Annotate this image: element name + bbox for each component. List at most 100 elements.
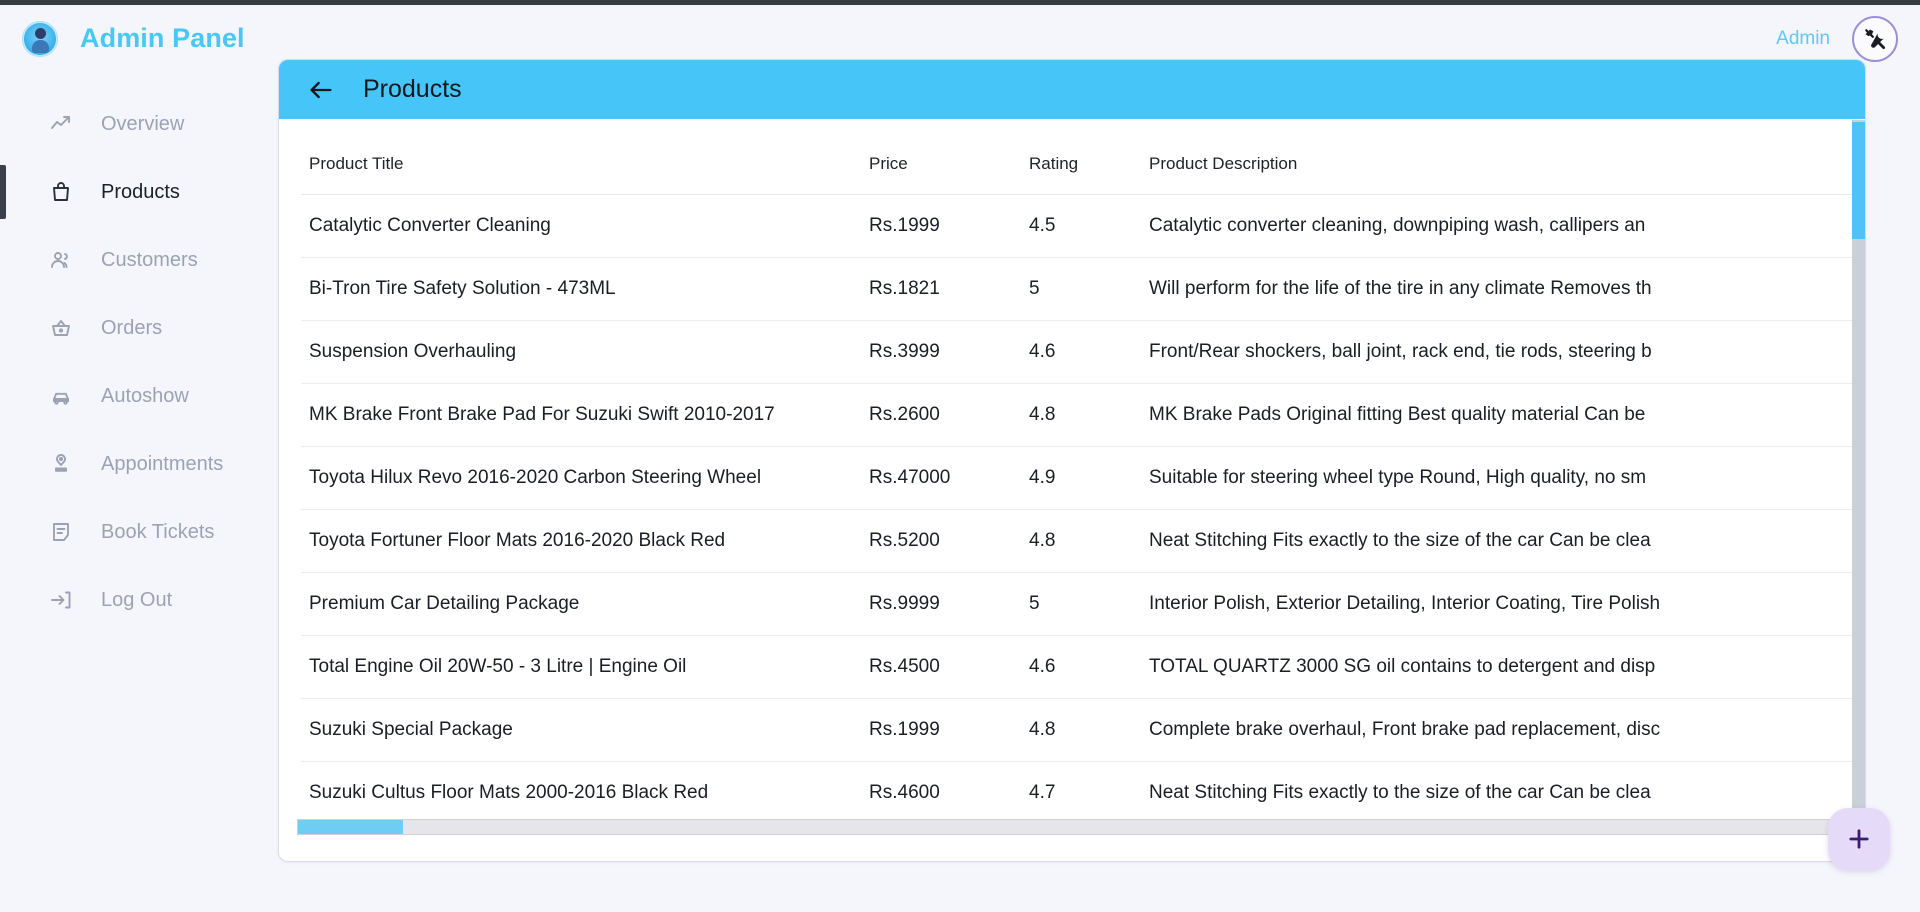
car-icon	[48, 383, 74, 409]
vertical-scrollbar-thumb[interactable]	[1852, 122, 1865, 239]
cell-product-title: Bi-Tron Tire Safety Solution - 473ML	[301, 257, 861, 321]
column-header-product-title[interactable]: Product Title	[301, 128, 861, 195]
column-header-product-description[interactable]: Product Description	[1141, 128, 1865, 195]
table-row[interactable]: Suspension Overhauling Rs.3999 4.6 Front/Re…	[301, 320, 1865, 384]
cell-product-title: Suzuki Special Package	[301, 698, 861, 762]
table-scroll-area[interactable]: Product Title Price Rating Product Descr…	[279, 120, 1865, 861]
users-icon	[48, 247, 74, 273]
column-header-price[interactable]: Price	[861, 128, 1021, 195]
cell-product-description: Neat Stitching Fits exactly to the size …	[1141, 509, 1865, 573]
table-row[interactable]: Suzuki Cultus Floor Mats 2000-2016 Black…	[301, 761, 1865, 825]
cell-product-description: Suitable for steering wheel type Round, …	[1141, 446, 1865, 510]
table-row[interactable]: Bi-Tron Tire Safety Solution - 473ML Rs.1…	[301, 257, 1865, 321]
cell-product-price: Rs.9999	[861, 572, 1021, 636]
cell-product-rating: 4.6	[1021, 320, 1141, 384]
page-title: Products	[363, 75, 462, 103]
table-row[interactable]: Premium Car Detailing Package Rs.9999 5 Int…	[301, 572, 1865, 636]
cell-product-description: Neat Stitching Fits exactly to the size …	[1141, 761, 1865, 825]
table-row[interactable]: Toyota Fortuner Floor Mats 2016-2020 Bla…	[301, 509, 1865, 573]
plus-icon	[1849, 829, 1869, 849]
cell-product-description: Will perform for the life of the tire in…	[1141, 257, 1865, 321]
cell-product-price: Rs.2600	[861, 383, 1021, 447]
cell-product-description: Front/Rear shockers, ball joint, rack en…	[1141, 320, 1865, 384]
cell-product-price: Rs.5200	[861, 509, 1021, 573]
sidebar-item-label: Overview	[101, 112, 185, 135]
cell-product-price: Rs.4500	[861, 635, 1021, 699]
cell-product-description: MK Brake Pads Original fitting Best qual…	[1141, 383, 1865, 447]
arrow-left-icon[interactable]	[307, 76, 335, 104]
brand-title: Admin Panel	[80, 23, 245, 53]
products-card: Products Product Title Price Rating Prod…	[278, 59, 1866, 862]
cell-product-title: Toyota Fortuner Floor Mats 2016-2020 Bla…	[301, 509, 861, 573]
sidebar-item-label: Products	[101, 180, 180, 203]
cell-product-price: Rs.47000	[861, 446, 1021, 510]
cell-product-rating: 5	[1021, 572, 1141, 636]
cell-product-rating: 4.5	[1021, 194, 1141, 258]
table-header-row: Product Title Price Rating Product Descr…	[301, 128, 1865, 195]
page-header: Products	[279, 60, 1865, 119]
cell-product-price: Rs.1999	[861, 194, 1021, 258]
horizontal-scrollbar-thumb[interactable]	[298, 820, 403, 834]
cell-product-price: Rs.3999	[861, 320, 1021, 384]
cell-product-title: Catalytic Converter Cleaning	[301, 194, 861, 258]
table-row[interactable]: Suzuki Special Package Rs.1999 4.8 Complete…	[301, 698, 1865, 762]
vertical-scrollbar[interactable]	[1852, 120, 1865, 861]
horizontal-scrollbar[interactable]	[297, 819, 1847, 835]
cell-product-title: Suspension Overhauling	[301, 320, 861, 384]
logout-arrow-icon	[48, 587, 74, 613]
cell-product-title: MK Brake Front Brake Pad For Suzuki Swif…	[301, 383, 861, 447]
cell-product-price: Rs.4600	[861, 761, 1021, 825]
sidebar-item-autoshow[interactable]: Autoshow	[0, 362, 278, 430]
sidebar-item-label: Orders	[101, 316, 163, 339]
table-row[interactable]: Catalytic Converter Cleaning Rs.1999 4.5 Ca…	[301, 194, 1865, 258]
add-product-button[interactable]	[1828, 808, 1890, 870]
cell-product-description: Interior Polish, Exterior Detailing, Int…	[1141, 572, 1865, 636]
cell-product-rating: 4.9	[1021, 446, 1141, 510]
products-table-container: Product Title Price Rating Product Descr…	[279, 119, 1865, 861]
products-table: Product Title Price Rating Product Descr…	[301, 128, 1865, 825]
table-row[interactable]: Toyota Hilux Revo 2016-2020 Carbon Steer…	[301, 446, 1865, 510]
sidebar-item-overview[interactable]: Overview	[0, 90, 278, 158]
cell-product-description: TOTAL QUARTZ 3000 SG oil contains to det…	[1141, 635, 1865, 699]
sidebar-item-products[interactable]: Products	[0, 158, 278, 226]
sidebar-item-label: Customers	[101, 248, 198, 271]
sidebar-item-label: Autoshow	[101, 384, 189, 407]
trending-up-icon	[48, 111, 74, 137]
cell-product-rating: 4.8	[1021, 383, 1141, 447]
sidebar-item-log-out[interactable]: Log Out	[0, 566, 278, 634]
admin-panel-screen: Admin Panel Admin Overview Products Cust…	[0, 0, 1920, 912]
sidebar-item-customers[interactable]: Customers	[0, 226, 278, 294]
basket-icon	[48, 315, 74, 341]
person-pin-icon	[48, 451, 74, 477]
admin-avatar-badge-icon	[22, 20, 58, 57]
cell-product-title: Suzuki Cultus Floor Mats 2000-2016 Black…	[301, 761, 861, 825]
products-table-body: Catalytic Converter Cleaning Rs.1999 4.5 Ca…	[301, 194, 1865, 825]
table-row[interactable]: MK Brake Front Brake Pad For Suzuki Swif…	[301, 383, 1865, 447]
note-list-icon	[48, 519, 74, 545]
sidebar: Overview Products Customers Orders Autos…	[0, 72, 278, 912]
table-row[interactable]: Total Engine Oil 20W-50 - 3 Litre | Engi…	[301, 635, 1865, 699]
column-header-rating[interactable]: Rating	[1021, 128, 1141, 195]
admin-user-label[interactable]: Admin	[1776, 28, 1830, 50]
cell-product-rating: 4.8	[1021, 509, 1141, 573]
cell-product-title: Total Engine Oil 20W-50 - 3 Litre | Engi…	[301, 635, 861, 699]
cell-product-rating: 5	[1021, 257, 1141, 321]
sidebar-item-book-tickets[interactable]: Book Tickets	[0, 498, 278, 566]
top-bar-right: Admin	[1776, 15, 1920, 62]
cell-product-rating: 4.6	[1021, 635, 1141, 699]
cell-product-description: Catalytic converter cleaning, downpiping…	[1141, 194, 1865, 258]
cell-product-price: Rs.1999	[861, 698, 1021, 762]
sidebar-item-appointments[interactable]: Appointments	[0, 430, 278, 498]
brand[interactable]: Admin Panel	[0, 20, 245, 57]
cell-product-description: Complete brake overhaul, Front brake pad…	[1141, 698, 1865, 762]
sidebar-item-label: Book Tickets	[101, 520, 215, 543]
sidebar-item-orders[interactable]: Orders	[0, 294, 278, 362]
tools-hammer-wrench-icon[interactable]	[1852, 15, 1898, 62]
shopping-bag-icon	[48, 179, 74, 205]
cell-product-rating: 4.7	[1021, 761, 1141, 825]
cell-product-title: Premium Car Detailing Package	[301, 572, 861, 636]
sidebar-item-label: Log Out	[101, 588, 173, 611]
cell-product-rating: 4.8	[1021, 698, 1141, 762]
sidebar-item-label: Appointments	[101, 452, 224, 475]
cell-product-price: Rs.1821	[861, 257, 1021, 321]
